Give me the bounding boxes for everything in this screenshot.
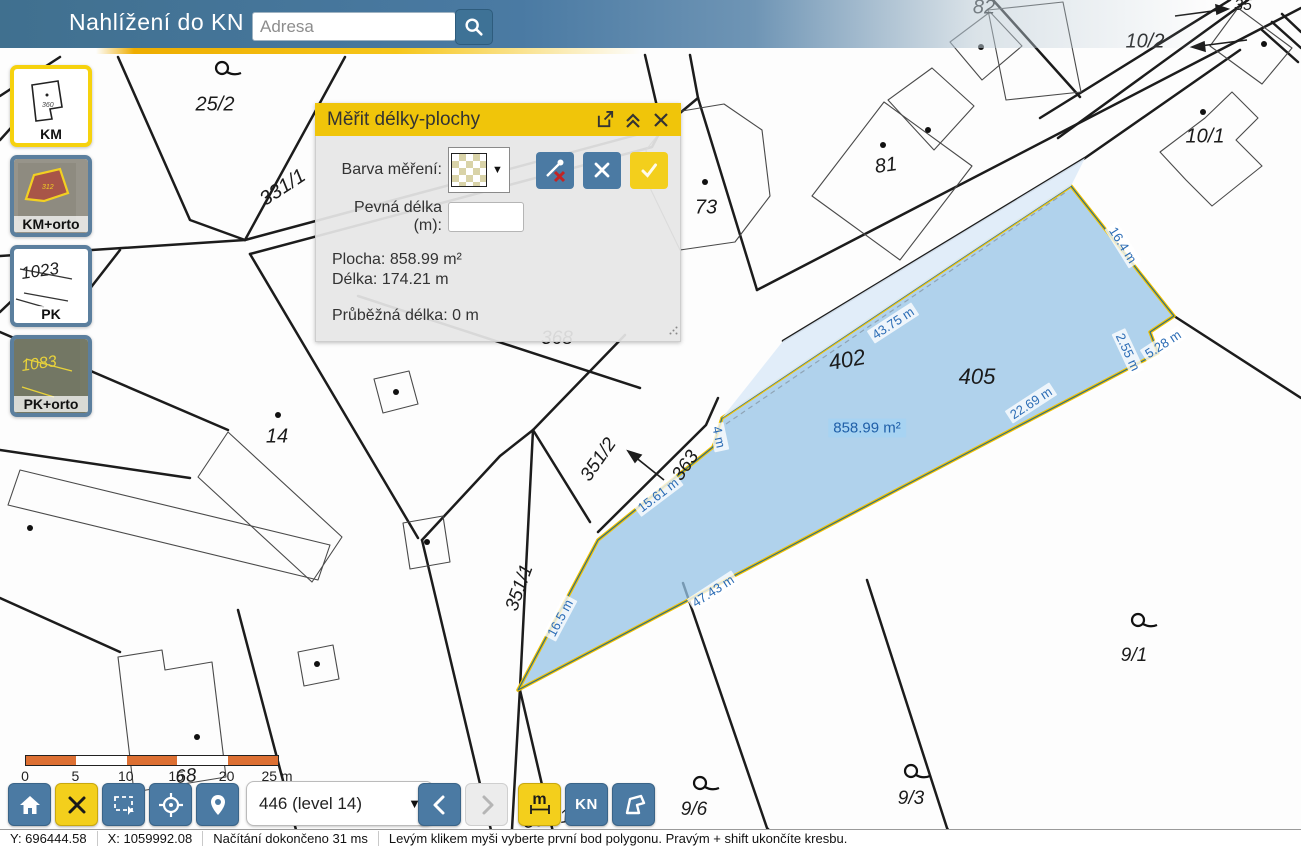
svg-text:360: 360 xyxy=(42,102,54,109)
measure-color-dropdown[interactable]: ▼ xyxy=(448,147,510,193)
layer-label: PK xyxy=(14,306,88,322)
history-forward-icon xyxy=(476,794,498,816)
layer-button-pk[interactable]: 1023 PK xyxy=(10,245,92,327)
pin-icon xyxy=(206,793,230,817)
layer-label: KM+orto xyxy=(14,216,88,232)
parcel-label: 14 xyxy=(266,426,288,449)
kn-icon: KN xyxy=(575,796,598,813)
cancel-icon xyxy=(593,161,611,179)
parcel-label: 10/1 xyxy=(1186,126,1225,149)
home-icon xyxy=(17,792,43,818)
measure-dialog-title: Měřit délky-plochy xyxy=(327,109,589,131)
measure-area-badge: 858.99 m² xyxy=(828,419,906,438)
cancel-measure-button[interactable] xyxy=(583,152,621,189)
coord-x: X: 1059992.08 xyxy=(98,831,204,846)
running-length-value: 0 m xyxy=(452,307,479,324)
bottom-toolbar: 446 (level 14) ▼ m KN xyxy=(0,781,1301,827)
layer-button-pk-orto[interactable]: 1083 PK+orto xyxy=(10,335,92,417)
polygon-tool-button[interactable] xyxy=(612,783,655,826)
header-accent-strip xyxy=(96,48,641,54)
length-result: Délka: 174.21 m xyxy=(332,271,668,289)
fixed-length-label: Pevná délka (m): xyxy=(330,199,442,235)
cancel-drawing-button[interactable] xyxy=(55,783,98,826)
close-icon[interactable] xyxy=(649,108,673,132)
scalebar-ticks: 0510152025 m xyxy=(25,766,279,782)
address-search-input[interactable] xyxy=(252,12,456,41)
length-value: 174.21 m xyxy=(382,271,449,288)
layer-label: PK+orto xyxy=(14,396,88,412)
svg-text:312: 312 xyxy=(42,184,54,191)
app-window: 25/2331/136814351/2363351/14024057381821… xyxy=(0,0,1301,847)
measure-dialog-titlebar[interactable]: Měřit délky-plochy xyxy=(315,103,681,136)
measure-dialog-body: Barva měření: ▼ xyxy=(315,136,681,342)
open-in-window-icon[interactable] xyxy=(593,108,617,132)
locate-icon xyxy=(157,791,185,819)
parcel-label: 73 xyxy=(695,197,717,220)
scalebar: 0510152025 m xyxy=(25,755,279,782)
parcel-label: 25/2 xyxy=(196,94,235,117)
svg-text:1023: 1023 xyxy=(20,259,61,283)
measure-dialog: Měřit délky-plochy Barva měření: ▼ xyxy=(315,103,681,342)
area-result: Plocha: 858.99 m² xyxy=(332,251,668,269)
dropdown-arrow-icon: ▼ xyxy=(492,164,503,176)
zoom-level-value: 446 (level 14) xyxy=(259,794,408,814)
collapse-icon[interactable] xyxy=(621,108,645,132)
running-length-result: Průběžná délka: 0 m xyxy=(332,307,668,325)
locate-button[interactable] xyxy=(149,783,192,826)
history-forward-button[interactable] xyxy=(465,783,508,826)
parcel-label: 405 xyxy=(959,364,996,390)
status-bar: Y: 696444.58 X: 1059992.08 Načítání doko… xyxy=(0,829,1301,847)
confirm-measure-button[interactable] xyxy=(630,152,668,189)
home-button[interactable] xyxy=(8,783,51,826)
zoom-level-select[interactable]: 446 (level 14) ▼ xyxy=(246,781,434,826)
polygon-icon xyxy=(621,792,647,818)
zoom-rect-icon xyxy=(111,792,137,818)
measure-icon: m xyxy=(532,795,546,805)
confirm-icon xyxy=(639,160,659,180)
zoom-rectangle-button[interactable] xyxy=(102,783,145,826)
coord-y: Y: 696444.58 xyxy=(0,831,98,846)
search-icon xyxy=(463,16,485,38)
layer-button-km[interactable]: 360 KM xyxy=(10,65,92,147)
history-back-button[interactable] xyxy=(418,783,461,826)
resize-handle[interactable] xyxy=(669,322,678,340)
layer-label: KM xyxy=(14,126,88,142)
loading-status: Načítání dokončeno 31 ms xyxy=(203,831,379,846)
kn-info-button[interactable]: KN xyxy=(565,783,608,826)
history-back-icon xyxy=(429,794,451,816)
drawing-hint: Levým klikem myši vyberte první bod poly… xyxy=(379,831,857,846)
page-title: Nahlížení do KN xyxy=(69,9,244,36)
parcel-label: 81 xyxy=(873,153,898,179)
fixed-length-input[interactable] xyxy=(448,202,524,232)
close-draw-icon xyxy=(67,795,87,815)
color-swatch xyxy=(451,153,487,187)
area-value: 858.99 m² xyxy=(390,251,462,268)
color-label: Barva měření: xyxy=(330,161,442,179)
parcel-label: 9/1 xyxy=(1121,645,1147,667)
location-pin-button[interactable] xyxy=(196,783,239,826)
measure-button[interactable]: m xyxy=(518,783,561,826)
delete-measurement-button[interactable] xyxy=(536,152,574,189)
scalebar-bar xyxy=(25,755,279,766)
layer-button-km-orto[interactable]: 312 KM+orto xyxy=(10,155,92,237)
delete-measurement-icon xyxy=(542,157,568,183)
search-button[interactable] xyxy=(455,9,493,45)
